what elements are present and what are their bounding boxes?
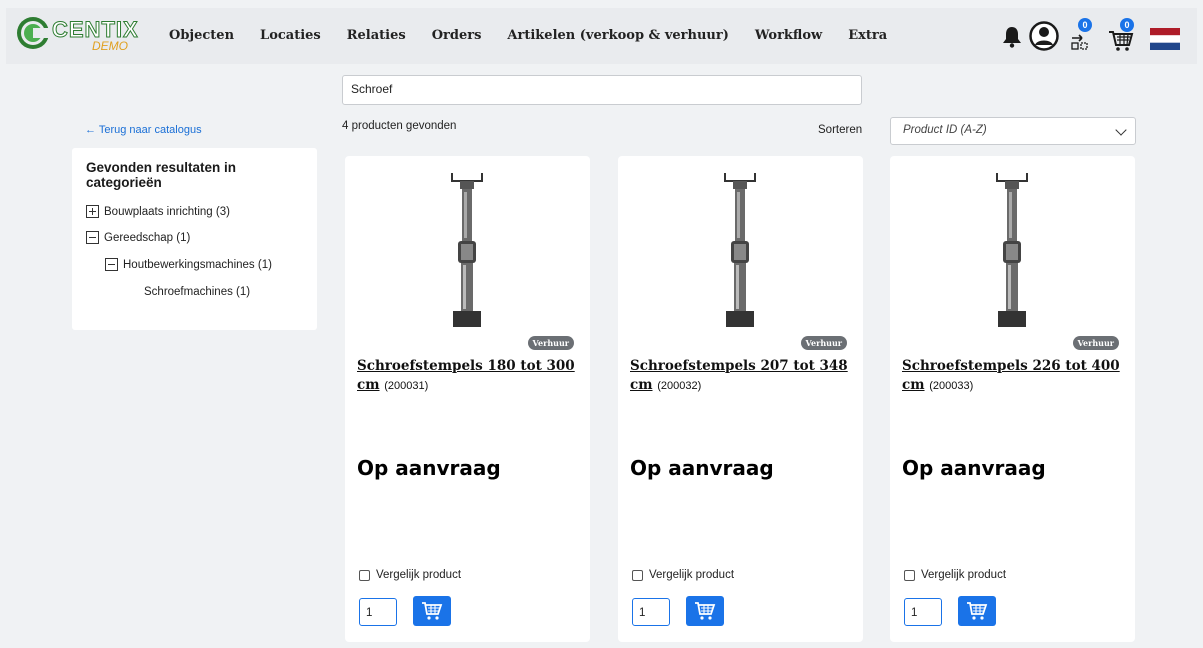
logo-demo-text: DEMO [92, 39, 128, 53]
user-avatar-icon[interactable] [1029, 21, 1059, 51]
compare-product: Vergelijk product [359, 569, 461, 581]
category-bouwplaats-inrichting[interactable]: Bouwplaats inrichting (3) [86, 205, 230, 218]
sort-select[interactable]: Product ID (A-Z) [890, 117, 1136, 145]
cart-icon [967, 602, 988, 620]
quantity-input[interactable]: 1 [904, 598, 942, 626]
product-card: Verhuur Schroefstempels 180 tot 300 cm (… [345, 156, 590, 642]
flag-nl-icon[interactable] [1150, 28, 1180, 50]
product-price: Op aanvraag [357, 456, 501, 480]
compare-product: Vergelijk product [632, 569, 734, 581]
nav-relaties[interactable]: Relaties [347, 28, 406, 43]
category-houtbewerkingsmachines[interactable]: Houtbewerkingsmachines (1) [105, 258, 272, 271]
logo-mark-icon [17, 17, 49, 49]
nav-locaties[interactable]: Locaties [260, 28, 321, 43]
nav-workflow[interactable]: Workflow [755, 28, 822, 43]
compare-label: Vergelijk product [376, 569, 462, 581]
compare-checkbox[interactable] [359, 569, 370, 581]
sort-label: Sorteren [818, 124, 863, 136]
product-card: Verhuur Schroefstempels 226 tot 400 cm (… [890, 156, 1135, 642]
compare-label: Vergelijk product [649, 569, 735, 581]
category-label: Schroefmachines (1) [144, 286, 251, 298]
add-to-cart-button[interactable] [958, 596, 996, 626]
expand-icon[interactable] [86, 205, 99, 218]
product-title: Schroefstempels 207 tot 348 cm (200032) [630, 357, 860, 396]
product-id: (200032) [657, 380, 702, 392]
product-price: Op aanvraag [630, 456, 774, 480]
cart-icon [695, 602, 716, 620]
quantity-input[interactable]: 1 [359, 598, 397, 626]
product-image[interactable] [718, 170, 762, 332]
compare-label: Vergelijk product [921, 569, 1007, 581]
collapse-icon[interactable] [105, 258, 118, 271]
compare-product: Vergelijk product [904, 569, 1006, 581]
rental-tag: Verhuur [800, 336, 847, 350]
collapse-icon[interactable] [86, 231, 99, 244]
category-label: Bouwplaats inrichting (3) [104, 205, 230, 218]
quantity-input[interactable]: 1 [632, 598, 670, 626]
back-to-catalog-link[interactable]: ← Terug naar catalogus [85, 124, 202, 136]
nav-artikelen[interactable]: Artikelen (verkoop & verhuur) [507, 28, 728, 43]
category-gereedschap[interactable]: Gereedschap (1) [86, 231, 190, 244]
category-label: Houtbewerkingsmachines (1) [123, 258, 272, 271]
top-navigation-bar: CENTIX DEMO Objecten Locaties Relaties O… [6, 8, 1197, 64]
compare-count-badge: 0 [1078, 18, 1092, 32]
compare-checkbox[interactable] [632, 569, 643, 581]
category-results-panel: Gevonden resultaten in categorieën Bouwp… [72, 148, 317, 330]
cart-icon [422, 602, 443, 620]
nav-extra[interactable]: Extra [848, 28, 887, 43]
add-to-cart-button[interactable] [686, 596, 724, 626]
bell-icon[interactable] [1002, 26, 1022, 48]
centix-logo[interactable]: CENTIX DEMO [16, 14, 146, 58]
sort-selected-value: Product ID (A-Z) [903, 124, 987, 136]
product-price: Op aanvraag [902, 456, 1046, 480]
product-id: (200033) [929, 380, 974, 392]
cart-button[interactable]: 0 [1107, 18, 1135, 52]
product-id: (200031) [384, 380, 429, 392]
product-title: Schroefstempels 180 tot 300 cm (200031) [357, 357, 587, 396]
rental-tag: Verhuur [527, 336, 574, 350]
chevron-down-icon [1115, 124, 1127, 136]
nav-objecten[interactable]: Objecten [169, 28, 234, 43]
category-label: Gereedschap (1) [104, 231, 191, 244]
compare-button[interactable]: 0 [1068, 18, 1094, 52]
compare-checkbox[interactable] [904, 569, 915, 581]
results-count: 4 producten gevonden [342, 120, 457, 132]
main-nav: Objecten Locaties Relaties Orders Artike… [169, 28, 913, 43]
search-input[interactable]: Schroef [342, 75, 862, 105]
cart-count-badge: 0 [1120, 18, 1134, 32]
product-image[interactable] [445, 170, 489, 332]
product-title: Schroefstempels 226 tot 400 cm (200033) [902, 357, 1132, 396]
product-image[interactable] [990, 170, 1034, 332]
header-icons: 0 0 [1002, 18, 1187, 56]
rental-tag: Verhuur [1072, 336, 1119, 350]
nav-orders[interactable]: Orders [432, 28, 482, 43]
add-to-cart-button[interactable] [413, 596, 451, 626]
category-panel-title: Gevonden resultaten in categorieën [86, 160, 237, 190]
product-card: Verhuur Schroefstempels 207 tot 348 cm (… [618, 156, 863, 642]
category-schroefmachines[interactable]: Schroefmachines (1) [144, 286, 250, 298]
